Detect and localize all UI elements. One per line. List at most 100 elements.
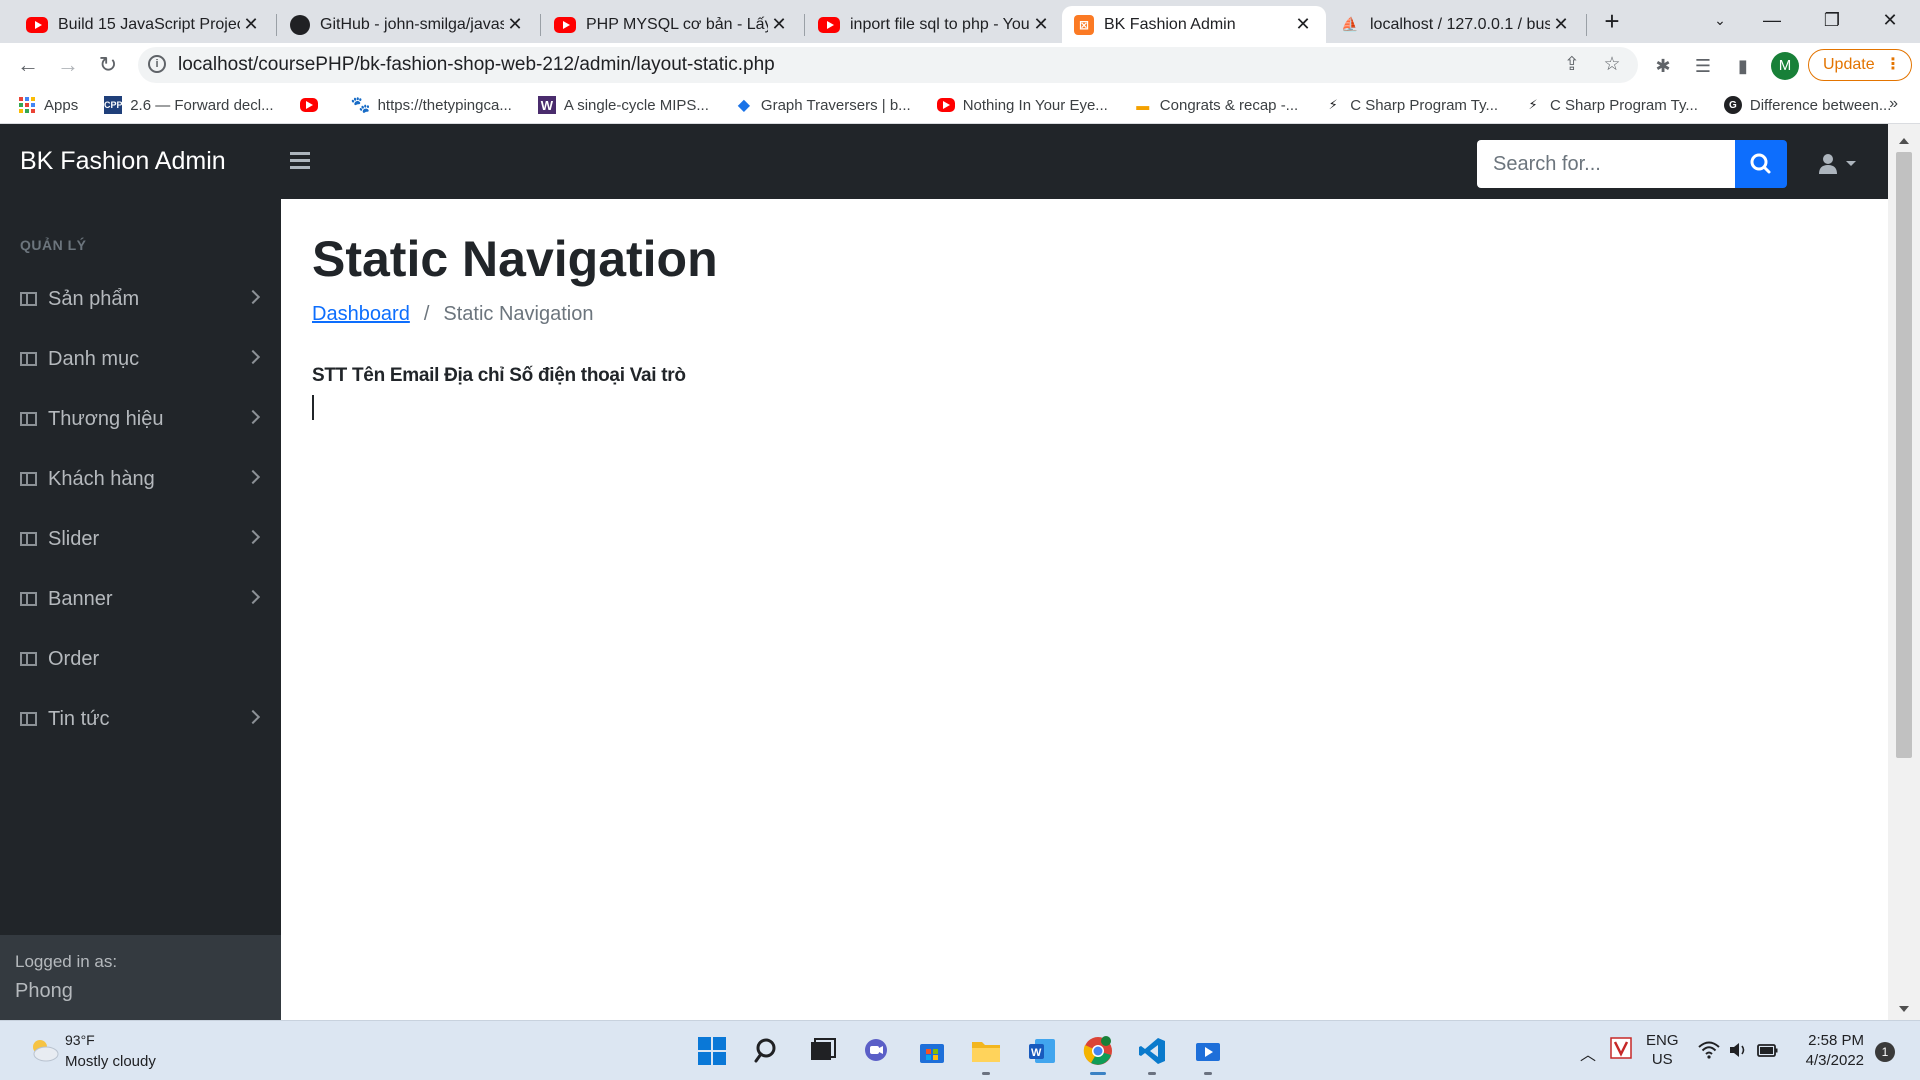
star-icon[interactable]: ☆: [1600, 53, 1624, 77]
notification-badge[interactable]: 1: [1875, 1042, 1895, 1062]
sidebar-item-order[interactable]: Order: [0, 637, 281, 685]
address-bar[interactable]: i localhost/coursePHP/bk-fashion-shop-we…: [138, 47, 1638, 83]
update-button[interactable]: Update ⋮: [1808, 49, 1912, 81]
phpmyadmin-icon: ⛵: [1341, 16, 1359, 32]
vscode-icon[interactable]: [1134, 1033, 1170, 1075]
bookmarks-overflow-icon[interactable]: »: [1889, 95, 1898, 113]
file-explorer-icon[interactable]: [968, 1033, 1004, 1075]
running-indicator: [982, 1072, 990, 1075]
close-icon[interactable]: ✕: [768, 14, 790, 35]
scroll-up-icon[interactable]: [1899, 138, 1909, 144]
close-window-icon[interactable]: ✕: [1870, 4, 1910, 36]
cloudy-weather-icon[interactable]: [28, 1037, 60, 1063]
tab-separator: [804, 14, 805, 36]
minimize-icon[interactable]: —: [1752, 4, 1792, 36]
sidebar-item-thuong-hieu[interactable]: Thương hiệu: [0, 397, 281, 445]
sidebar-item-danh-muc[interactable]: Danh mục: [0, 337, 281, 385]
bookmark-label: Apps: [44, 96, 79, 114]
bookmark-item[interactable]: W A single-cycle MIPS...: [537, 96, 709, 114]
system-clock[interactable]: 2:58 PM 4/3/2022: [1798, 1031, 1864, 1071]
microsoft-store-icon[interactable]: [914, 1033, 950, 1069]
language-indicator[interactable]: ENG US: [1646, 1031, 1679, 1069]
chat-icon[interactable]: [858, 1033, 894, 1069]
tray-overflow-icon[interactable]: ︿: [1580, 1041, 1596, 1065]
scroll-down-icon[interactable]: [1899, 1006, 1909, 1012]
chevron-right-icon: [245, 589, 261, 605]
browser-tab[interactable]: ⛵ localhost / 127.0.0.1 / busin ✕: [1328, 6, 1584, 43]
youtube-icon: [554, 16, 576, 33]
profile-avatar[interactable]: M: [1771, 52, 1799, 80]
bookmark-item[interactable]: ⚡ C Sharp Program Ty...: [1324, 96, 1498, 114]
close-icon[interactable]: ✕: [1292, 14, 1314, 35]
site-info-icon[interactable]: i: [148, 55, 166, 73]
bookmark-item[interactable]: CPP 2.6 — Forward decl...: [104, 96, 274, 114]
search-icon[interactable]: [750, 1033, 786, 1069]
url-text[interactable]: localhost/coursePHP/bk-fashion-shop-web-…: [178, 54, 775, 76]
task-view-icon[interactable]: [804, 1033, 840, 1069]
close-icon[interactable]: ✕: [1030, 14, 1052, 35]
browser-tab[interactable]: Build 15 JavaScript Projects ✕: [14, 6, 274, 43]
bookmark-item[interactable]: 🐾 https://thetypingca...: [351, 96, 512, 115]
bookmark-item[interactable]: ◆ Graph Traversers | b...: [735, 96, 911, 115]
weather-temperature[interactable]: 93°F: [65, 1032, 95, 1048]
back-arrow-icon[interactable]: ←: [12, 49, 44, 81]
close-icon[interactable]: ✕: [1550, 14, 1572, 35]
sidebar-item-label: Banner: [48, 588, 113, 610]
share-icon[interactable]: ⇪: [1560, 53, 1584, 77]
table-header-row: STT Tên Email Địa chỉ Số điện thoại Vai trò: [312, 365, 691, 387]
volume-icon[interactable]: [1728, 1041, 1748, 1064]
close-icon[interactable]: ✕: [240, 14, 262, 35]
reading-list-icon[interactable]: ☰: [1690, 53, 1716, 79]
sidebar-item-slider[interactable]: Slider: [0, 517, 281, 565]
battery-icon[interactable]: [1756, 1041, 1780, 1064]
search-input[interactable]: [1477, 140, 1735, 188]
sidebar-item-san-pham[interactable]: Sản phẩm: [0, 277, 281, 325]
browser-tab[interactable]: GitHub - john-smilga/javasc ✕: [278, 6, 538, 43]
sidebar-item-tin-tuc[interactable]: Tin tức: [0, 697, 281, 745]
tab-title: BK Fashion Admin: [1104, 15, 1236, 33]
windows-start-icon[interactable]: [694, 1033, 730, 1069]
sidebar-item-banner[interactable]: Banner: [0, 577, 281, 625]
browser-tab[interactable]: inport file sql to php - YouT ✕: [806, 6, 1064, 43]
bolt-icon: ⚡: [1328, 97, 1338, 112]
side-panel-icon[interactable]: ▮: [1730, 53, 1756, 79]
sidebar-item-khach-hang[interactable]: Khách hàng: [0, 457, 281, 505]
word-icon[interactable]: W: [1024, 1033, 1060, 1069]
g-icon: G: [1723, 96, 1742, 114]
apps-grid-icon: [18, 96, 36, 114]
bookmark-item[interactable]: [299, 96, 326, 114]
bookmark-item[interactable]: ▬ Congrats & recap -...: [1134, 96, 1298, 114]
breadcrumb-current: Static Navigation: [443, 303, 594, 325]
search-icon: [1750, 153, 1771, 174]
user-dropdown[interactable]: [1818, 152, 1862, 176]
bookmark-item[interactable]: Apps: [18, 96, 78, 114]
browser-toolbar: ← → ↻ i localhost/coursePHP/bk-fashion-s…: [0, 43, 1920, 87]
bookmark-item[interactable]: G Difference between...: [1723, 96, 1891, 114]
extensions-icon[interactable]: ✱: [1650, 53, 1676, 79]
running-indicator: [1204, 1072, 1212, 1075]
scrollbar-thumb[interactable]: [1896, 152, 1912, 758]
wifi-icon[interactable]: [1698, 1041, 1720, 1064]
forward-arrow-icon[interactable]: →: [52, 49, 84, 81]
sidebar-item-label: Khách hàng: [48, 468, 155, 490]
bookmark-label: Graph Traversers | b...: [760, 96, 911, 114]
sidebar-toggle-icon[interactable]: [290, 152, 310, 173]
weather-description[interactable]: Mostly cloudy: [65, 1053, 156, 1070]
close-icon[interactable]: ✕: [504, 14, 526, 35]
chrome-icon[interactable]: [1080, 1033, 1116, 1075]
page-scrollbar[interactable]: [1888, 124, 1920, 1020]
tab-search-icon[interactable]: ⌄: [1700, 4, 1740, 36]
reload-icon[interactable]: ↻: [92, 49, 124, 81]
sidebar-item-label: Thương hiệu: [48, 408, 164, 430]
brand-title[interactable]: BK Fashion Admin: [20, 147, 226, 176]
browser-tab[interactable]: PHP MYSQL cơ bản - Lấy dữ ✕: [542, 6, 802, 43]
bookmark-item[interactable]: ⚡ C Sharp Program Ty...: [1524, 96, 1697, 114]
new-tab-button[interactable]: +: [1598, 7, 1626, 35]
antivirus-icon[interactable]: [1610, 1037, 1632, 1064]
bookmark-item[interactable]: Nothing In Your Eye...: [936, 96, 1108, 114]
breadcrumb-link-dashboard[interactable]: Dashboard: [312, 303, 410, 326]
search-button[interactable]: [1735, 140, 1787, 188]
browser-tab-active[interactable]: ⊠ BK Fashion Admin ✕: [1062, 6, 1326, 43]
media-player-icon[interactable]: [1190, 1033, 1226, 1075]
restore-icon[interactable]: ❐: [1812, 4, 1852, 36]
